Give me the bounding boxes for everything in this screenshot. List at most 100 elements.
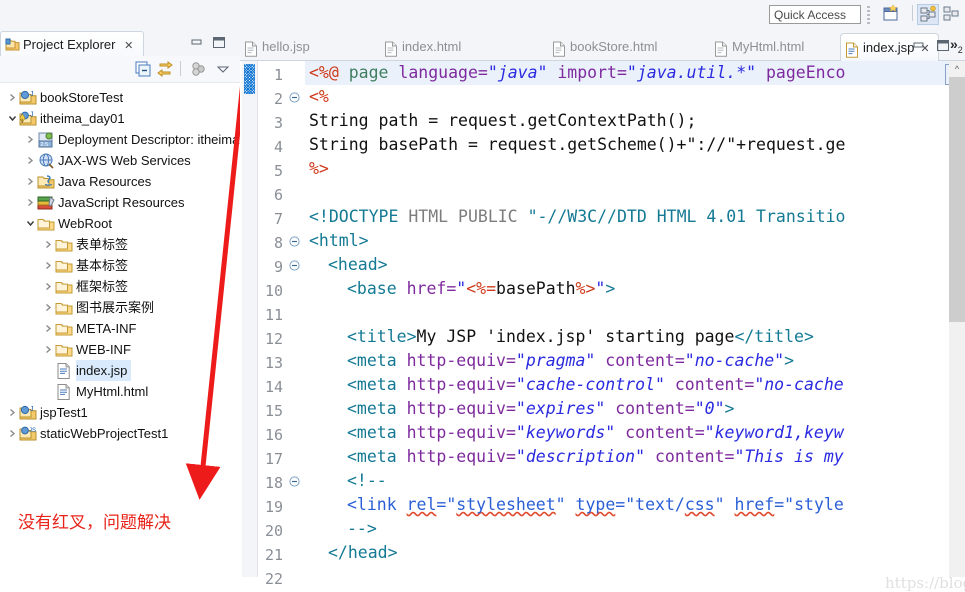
fold-toggle-icon[interactable] [288, 255, 301, 279]
editor-tab-bookStore-html[interactable]: bookStore.html [548, 33, 665, 60]
code-line[interactable]: String basePath = request.getScheme()+":… [305, 133, 845, 157]
tree-item[interactable]: WebRoot [0, 213, 240, 234]
chevron-right-icon[interactable] [24, 171, 37, 192]
code-line[interactable]: <head> [305, 253, 388, 277]
tree-item[interactable]: 表单标签 [0, 234, 240, 255]
chevron-down-icon[interactable] [24, 213, 37, 234]
code-line[interactable]: <meta http-equiv="description" content="… [305, 445, 844, 469]
chevron-right-icon[interactable] [42, 255, 55, 276]
html-file-icon [552, 39, 566, 57]
tree-item[interactable]: META-INF [0, 318, 240, 339]
code-line[interactable]: <meta http-equiv="cache-control" content… [305, 373, 844, 397]
code-line[interactable]: <!-- [305, 469, 387, 493]
code-text-area[interactable]: <%@ page language="java" import="java.ut… [305, 61, 953, 577]
code-token: language= [398, 63, 488, 82]
tree-item-label: 图书展示案例 [76, 300, 155, 315]
java-ee-perspective-icon[interactable] [917, 4, 939, 25]
fold-toggle-icon[interactable] [288, 471, 301, 495]
tab-project-explorer[interactable]: Project Explorer ✕ [0, 31, 144, 56]
line-number-gutter[interactable]: 1 2 3 4 5 6 7 8 9 10 11 12 13 14 15 16 17 18 19 20 21 22 [258, 61, 305, 588]
code-line[interactable]: <% [305, 85, 329, 109]
new-perspective-icon[interactable] [881, 4, 903, 25]
editor-tab-MyHtml-html[interactable]: MyHtml.html [710, 33, 812, 60]
tree-item[interactable]: 框架标签 [0, 276, 240, 297]
code-editor: hello.jsp index.html bookStore.html MyHtml.… [240, 30, 965, 592]
chevron-right-icon[interactable] [42, 234, 55, 255]
code-line[interactable]: %> [305, 157, 329, 181]
tree-item[interactable]: MyHtml.html [0, 381, 240, 402]
chevron-right-icon[interactable] [6, 402, 19, 423]
folder-icon [55, 257, 73, 275]
editor-tab-label: index.html [402, 39, 462, 54]
editor-vertical-scrollbar[interactable]: ^ [949, 61, 965, 577]
tree-item[interactable]: JavaScript Resources [0, 192, 240, 213]
code-line[interactable] [305, 181, 319, 205]
minimize-editor-button[interactable] [912, 39, 926, 52]
fold-toggle-icon[interactable] [288, 87, 301, 111]
tree-item[interactable]: JS staticWebProjectTest1 [0, 423, 240, 444]
tree-item[interactable]: J! itheima_day01 [0, 108, 240, 129]
editor-tab-index-html[interactable]: index.html [380, 33, 469, 60]
editor-tab-overflow-button[interactable]: »2 [950, 36, 963, 55]
svg-text:J: J [30, 111, 34, 118]
chevron-right-icon[interactable] [24, 150, 37, 171]
code-line[interactable]: <html> [305, 229, 369, 253]
collapse-all-icon[interactable] [134, 60, 152, 78]
code-token: %> [575, 279, 596, 298]
scroll-up-icon[interactable]: ^ [949, 61, 965, 77]
code-line[interactable]: <base href="<%=basePath%>"> [305, 277, 615, 301]
code-line[interactable]: <meta http-equiv="pragma" content="no-ca… [305, 349, 794, 373]
code-line[interactable]: <link rel="stylesheet" type="text/css" h… [305, 493, 844, 517]
explorer-tab-label: Project Explorer [23, 37, 116, 52]
link-with-editor-icon[interactable] [156, 60, 174, 78]
code-line[interactable]: <title>My JSP 'index.jsp' starting page<… [305, 325, 814, 349]
tree-item[interactable]: WEB-INF [0, 339, 240, 360]
quick-access-search[interactable]: Quick Access [769, 5, 861, 24]
code-line[interactable]: <%@ page language="java" import="java.ut… [305, 61, 953, 85]
code-line[interactable]: String path = request.getContextPath(); [305, 109, 696, 133]
java-perspective-icon[interactable] [941, 4, 963, 25]
project-tree[interactable]: JbookStoreTest J! itheima_day01 2.5 Deployme… [0, 83, 240, 577]
chevron-right-icon[interactable] [42, 297, 55, 318]
tree-item[interactable]: index.jsp [0, 360, 240, 381]
tree-item[interactable]: Java Resources [0, 171, 240, 192]
chevron-right-icon[interactable] [6, 87, 19, 108]
line-number: 8 [273, 234, 283, 252]
maximize-explorer-button[interactable] [212, 36, 226, 49]
code-line[interactable]: </head> [305, 541, 398, 565]
code-line[interactable] [305, 565, 319, 577]
view-dropdown-icon[interactable] [214, 60, 232, 78]
toolbar-grip[interactable] [867, 6, 870, 24]
editor-tab-hello-jsp[interactable]: hello.jsp [240, 33, 318, 60]
chevron-right-icon[interactable] [42, 318, 55, 339]
line-number: 22 [264, 570, 283, 588]
chevron-down-icon[interactable] [6, 108, 19, 129]
minimize-explorer-button[interactable] [190, 36, 204, 49]
code-line[interactable]: <meta http-equiv="expires" content="0"> [305, 397, 734, 421]
scrollbar-thumb[interactable] [949, 77, 965, 322]
tree-item[interactable]: 基本标签 [0, 255, 240, 276]
tree-item[interactable]: 图书展示案例 [0, 297, 240, 318]
maximize-editor-button[interactable] [936, 39, 950, 52]
code-line[interactable]: <!DOCTYPE HTML PUBLIC "-//W3C//DTD HTML … [305, 205, 845, 229]
fold-toggle-icon[interactable] [288, 231, 301, 255]
tree-item[interactable]: 2.5 Deployment Descriptor: itheima [0, 129, 240, 150]
view-menu-icon[interactable] [190, 60, 208, 78]
chevron-right-icon[interactable] [24, 129, 37, 150]
code-line[interactable] [305, 301, 319, 325]
code-token: page [348, 63, 399, 82]
code-token: ="style [774, 495, 844, 514]
chevron-right-icon[interactable] [42, 276, 55, 297]
code-line[interactable]: --> [305, 517, 377, 541]
tree-item[interactable]: JbookStoreTest [0, 87, 240, 108]
tree-item[interactable]: JAX-WS Web Services [0, 150, 240, 171]
code-line[interactable]: <meta http-equiv="keywords" content="key… [305, 421, 844, 445]
chevron-right-icon[interactable] [24, 192, 37, 213]
chevron-right-icon[interactable] [6, 423, 19, 444]
line-number: 6 [273, 186, 283, 204]
code-token: "java" [487, 63, 548, 82]
tree-item[interactable]: JjspTest1 [0, 402, 240, 423]
close-icon[interactable]: ✕ [124, 40, 133, 52]
code-token: " [714, 495, 735, 514]
chevron-right-icon[interactable] [42, 339, 55, 360]
